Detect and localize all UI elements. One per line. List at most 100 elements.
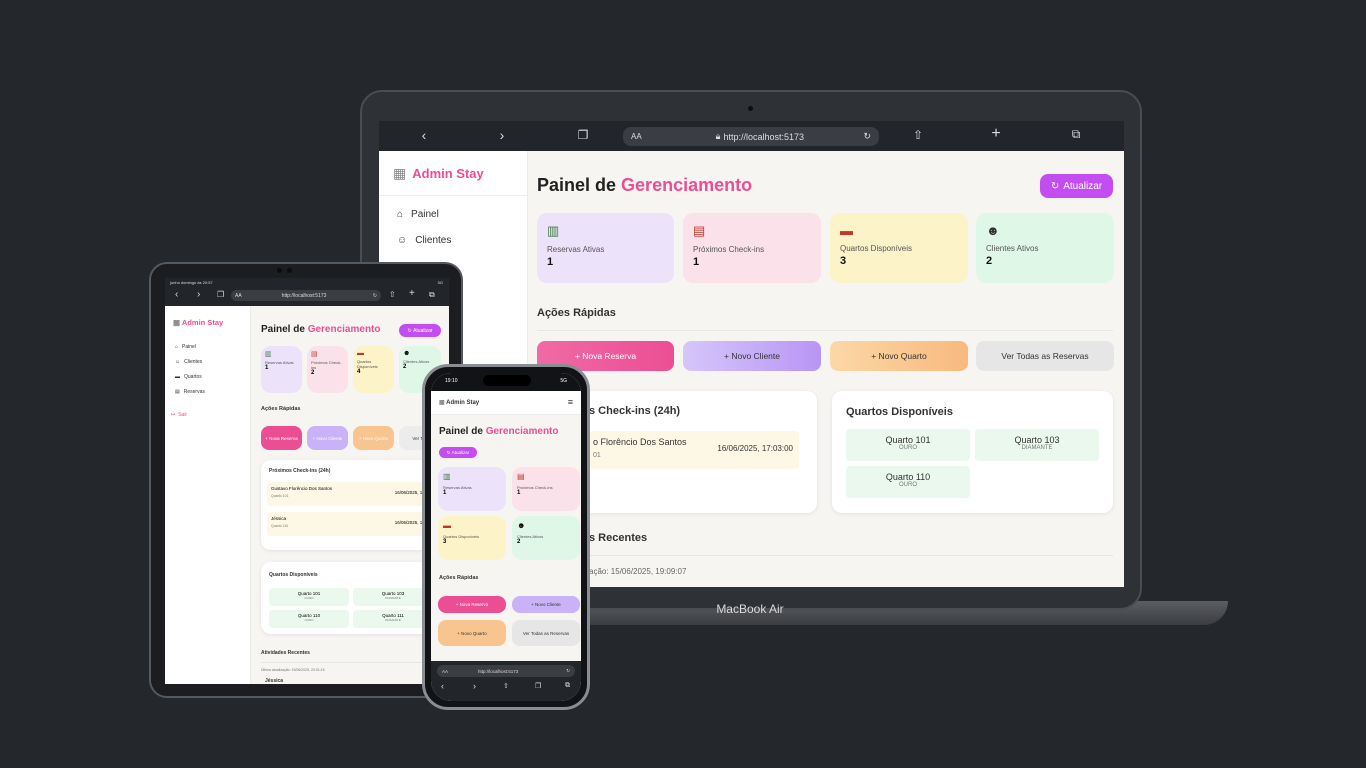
stat-card-quartos: ▬ Quartos Disponíveis 3 [830,213,968,283]
room-tile[interactable]: Quarto 110 OURO [269,610,349,628]
bookmarks-icon[interactable]: ❐ [575,128,591,142]
new-room-button[interactable]: + Novo Quarto [830,341,968,371]
tablet-browser-toolbar: junho domingo às 20:57 5G ‹ › ❐ AA http:… [165,278,449,306]
bookmarks-icon[interactable]: ❐ [217,290,224,299]
checkin-row[interactable]: o Florêncio Dos Santos 01 16/06/2025, 17… [589,431,799,469]
new-client-button[interactable]: + Novo Cliente [683,341,821,371]
room-tile[interactable]: Quarto 101 OURO [846,429,970,461]
stat-card-reservas: ▥ Reservas Ativas 1 [537,213,674,283]
hotel-icon: ▦ [393,165,407,181]
stat-card: ▬ Quartos Disponíveis 3 [438,516,506,560]
users-icon: ☺ [397,235,408,246]
tabs-icon[interactable]: ⧉ [565,682,570,690]
address-bar[interactable]: AA http://localhost:5173 ↻ [437,665,575,677]
back-icon[interactable]: ‹ [175,289,178,300]
back-icon[interactable]: ‹ [417,127,431,143]
stat-card: ▥ Reservas Ativas 1 [261,346,302,393]
stat-label: Próximos Check-ins [693,245,765,254]
update-button[interactable]: ↻ Atualizar [399,324,441,337]
sidebar-item-clientes[interactable]: ☺ Clientes [175,359,202,365]
all-reservations-button[interactable]: Ver Todas as Reservas [976,341,1114,371]
sidebar-item-painel[interactable]: ⌂ Painel [175,344,196,350]
share-icon[interactable]: ⇧ [503,682,509,690]
checkin-row[interactable]: Jéssica Quarto 110 16/06/2025, 19:57 [267,512,435,536]
home-icon: ⌂ [397,209,404,220]
new-tab-icon[interactable]: + [409,288,415,299]
last-update-text: Última atualização: 15/06/2025, 20:01:15 [261,668,325,672]
new-room-button[interactable]: + Novo Quarto [353,426,394,450]
stat-card: ▬ Quartos Disponíveis 4 [353,346,394,393]
menu-icon[interactable]: ≡ [568,397,573,407]
brand[interactable]: ▦ Admin Stay [173,318,223,327]
new-room-button[interactable]: + Novo Quarto [438,620,506,646]
tablet-camera [277,268,282,273]
section-title-acoes: Ações Rápidas [439,575,479,581]
all-reservations-button[interactable]: Ver Todas as Reservas [512,620,580,646]
forward-icon[interactable]: › [473,681,476,691]
rooms-title: Quartos Disponíveis [846,406,953,418]
bookmarks-icon[interactable]: ❐ [535,682,541,690]
new-reservation-button[interactable]: + Nova Reserva [261,426,302,450]
new-client-button[interactable]: + Novo Cliente [512,596,580,613]
lock-icon: 🔒︎ [715,131,721,141]
phone-status-bar: 19:10 5G [431,373,581,391]
divider [379,195,528,196]
laptop-camera [748,106,753,111]
bed-icon: ▬ [840,223,853,238]
recent-title: Atividades Recentes [261,650,310,656]
sidebar-item-painel[interactable]: ⌂ Painel [397,209,439,220]
brand[interactable]: ▦ Admin Stay [439,399,479,406]
calendar-icon: ▤ [693,223,706,238]
page-title: Painel de Gerenciamento [537,175,753,195]
stat-card: ▤ Próximos Check-ins 2 [307,346,348,393]
update-button[interactable]: ↻ Atualizar [439,447,477,458]
back-icon[interactable]: ‹ [441,681,444,691]
logout-button[interactable]: ↦ Sair [171,412,187,418]
tabs-icon[interactable]: ⧉ [429,290,435,300]
sidebar-item-reservas[interactable]: ▤ Reservas [175,389,205,395]
divider [537,555,1113,556]
reader-aa[interactable]: AA [631,132,642,141]
reload-icon[interactable]: ↻ [863,131,871,142]
room-tile[interactable]: Quarto 103 DIAMANTE [353,588,433,606]
stat-card: ▤ Próximos Check-ins 1 [512,467,580,511]
phone-screen: 19:10 5G ▦ Admin Stay ≡ Painel de Gerenc… [431,373,581,701]
refresh-icon: ↻ [1050,180,1060,192]
new-reservation-button[interactable]: + Nova Reserva [438,596,506,613]
dynamic-island [483,375,531,386]
forward-icon[interactable]: › [495,127,509,143]
users-icon: ☻ [986,223,1000,238]
room-tile[interactable]: Quarto 101 OURO [269,588,349,606]
address-bar[interactable]: AA http://localhost:5173 ↻ [231,290,381,301]
checkins-card: Próximos Check-ins (24h) Gustavo Florênc… [261,460,441,550]
phone-page-title: Painel de Gerenciamento [439,426,559,437]
brand[interactable]: ▦ Admin Stay [393,165,484,182]
tabs-icon[interactable]: ⧉ [1069,127,1083,142]
room-tile[interactable]: Quarto 103 DIAMANTE [975,429,1099,461]
sidebar-item-quartos[interactable]: ▬ Quartos [175,374,202,380]
tablet-sidebar: ▦ Admin Stay ⌂ Painel ☺ Clientes ▬ Quartos … [165,306,251,684]
stat-card: ▥ Reservas Ativas 1 [438,467,506,511]
tablet-frame: junho domingo às 20:57 5G ‹ › ❐ AA http:… [149,262,463,698]
section-title-acoes: Ações Rápidas [261,406,301,412]
update-button[interactable]: ↻ Atualizar [1040,174,1113,198]
room-tile[interactable]: Quarto 111 DIAMANTE [353,610,433,628]
checkin-row[interactable]: Gustavo Florêncio Dos Santos Quarto 101 … [267,482,435,506]
address-bar[interactable]: AA 🔒︎ http://localhost:5173 ↻ [623,127,879,146]
new-client-button[interactable]: + Novo Cliente [307,426,348,450]
sidebar-item-label: Clientes [415,235,452,246]
checkin-room: 01 [593,452,601,459]
new-tab-icon[interactable]: + [989,125,1003,143]
checkin-guest-name: o Florêncio Dos Santos [593,437,687,447]
tablet-status-time: junho domingo às 20:57 [170,280,213,285]
share-icon[interactable]: ⇧ [389,290,396,299]
tablet-status-signal: 5G [437,280,443,285]
phone-header: ▦ Admin Stay ≡ [431,391,581,415]
stat-card-clientes: ☻ Clientes Ativos 2 [976,213,1114,283]
share-icon[interactable]: ⇧ [911,128,925,142]
checkins-title: s Check-ins (24h) [589,405,681,417]
room-tile[interactable]: Quarto 110 OURO [846,466,970,498]
forward-icon[interactable]: › [197,289,200,300]
sidebar-item-clientes[interactable]: ☺ Clientes [397,235,451,246]
url-text[interactable]: http://localhost:5173 [723,132,804,142]
